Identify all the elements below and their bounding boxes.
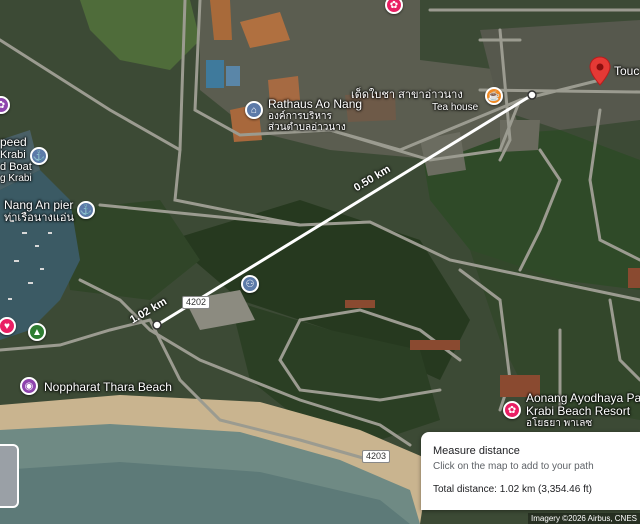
camera-icon[interactable]: ◉: [20, 377, 38, 395]
measure-distance-panel: Measure distance Click on the map to add…: [421, 432, 640, 510]
place-label-speed-2: Krabi: [0, 149, 26, 161]
road-shield-4203: 4203: [362, 450, 391, 463]
imagery-attribution: Imagery ©2026 Airbus, CNES: [528, 513, 640, 524]
measure-start-point[interactable]: [152, 320, 162, 330]
place-label-resort-2: Krabi Beach Resort: [526, 404, 631, 418]
ferry-terminal-icon[interactable]: ⚓: [30, 147, 48, 165]
measure-total-distance: Total distance: 1.02 km (3,354.46 ft): [433, 484, 592, 495]
place-label-pier[interactable]: Nang An pier: [4, 199, 73, 211]
place-label-rathaus-thai-2: ส่วนตำบลอ่าวนาง: [268, 122, 346, 133]
location-pin-icon[interactable]: [589, 56, 611, 86]
measure-title: Measure distance: [433, 445, 520, 457]
measure-end-point[interactable]: [527, 90, 537, 100]
restroom-icon[interactable]: ⚇: [241, 275, 259, 293]
layers-toggle-button[interactable]: [0, 444, 19, 508]
place-label-speed[interactable]: peed: [0, 136, 27, 148]
place-label-speed-3: d Boat: [0, 161, 32, 173]
hotel-icon[interactable]: ✿: [503, 401, 521, 419]
place-label-teahouse: Tea house: [432, 102, 479, 113]
place-label-teahouse-thai[interactable]: เด็ดใบชา สาขาอ่าวนาง: [351, 89, 463, 101]
place-label-rathaus[interactable]: Rathaus Ao Nang: [268, 98, 362, 110]
place-label-touch[interactable]: Touc: [614, 65, 639, 77]
place-label-resort[interactable]: Aonang Ayodhaya Pal: [526, 392, 640, 404]
cafe-cup-icon[interactable]: ☕: [485, 87, 503, 105]
park-tree-icon[interactable]: ▲: [28, 323, 46, 341]
satellite-map[interactable]: 0.50 km 1.02 km Touc ✿ ⌂ Rathaus Ao Nang…: [0, 0, 640, 524]
place-label-resort-thai: อโยธยา พาเลซ: [526, 418, 593, 429]
measure-instruction: Click on the map to add to your path: [433, 461, 594, 472]
place-label-speed-4: g Krabi: [0, 173, 32, 184]
place-label-beach[interactable]: Noppharat Thara Beach: [44, 381, 172, 393]
place-label-pier-thai: ท่าเรือนางแอ่น: [4, 212, 74, 224]
government-building-icon[interactable]: ⌂: [245, 101, 263, 119]
pier-icon[interactable]: ⚓: [77, 201, 95, 219]
road-shield-4202: 4202: [182, 296, 211, 309]
